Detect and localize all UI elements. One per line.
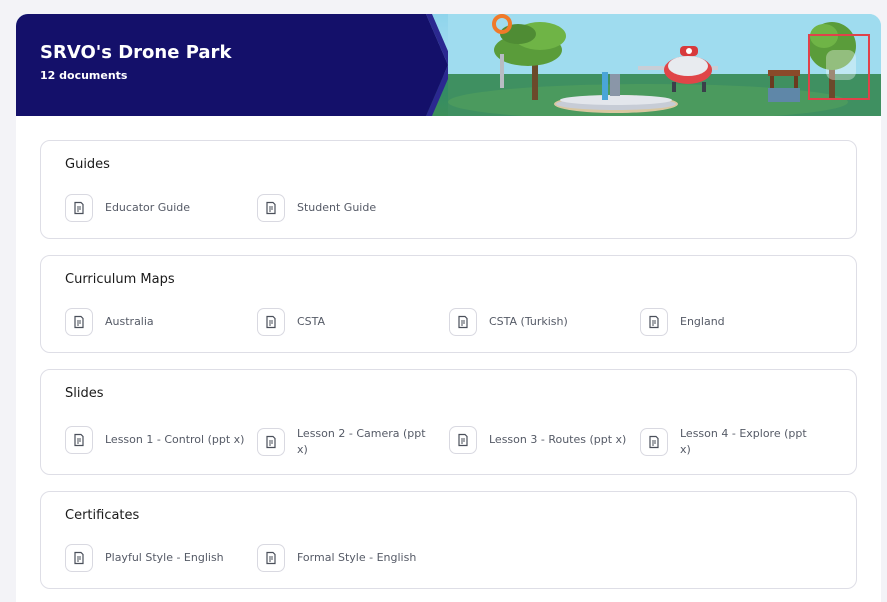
document-label: Formal Style - English bbox=[297, 551, 417, 564]
document-link[interactable]: CSTA (Turkish) bbox=[449, 308, 629, 336]
title-banner bbox=[16, 14, 448, 116]
section-slides: Slides Lesson 1 - Control (ppt x) Lesson… bbox=[40, 369, 857, 475]
document-link[interactable]: Student Guide bbox=[257, 194, 437, 222]
document-link[interactable]: Lesson 1 - Control (ppt x) bbox=[65, 426, 245, 454]
park-header: SRVO's Drone Park 12 documents bbox=[16, 14, 881, 116]
document-icon bbox=[65, 308, 93, 336]
document-link[interactable]: Lesson 3 - Routes (ppt x) bbox=[449, 426, 629, 454]
document-link[interactable]: Lesson 4 - Explore (ppt x) bbox=[640, 426, 820, 458]
document-link[interactable]: Educator Guide bbox=[65, 194, 245, 222]
highlight-box bbox=[808, 34, 870, 100]
document-label: Lesson 3 - Routes (ppt x) bbox=[489, 433, 627, 446]
section-title: Slides bbox=[65, 386, 104, 401]
document-icon bbox=[65, 426, 93, 454]
documents-page: SRVO's Drone Park 12 documents Guides Ed… bbox=[16, 14, 881, 602]
document-label: CSTA bbox=[297, 315, 326, 328]
section-certificates: Certificates Playful Style - English For… bbox=[40, 491, 857, 589]
document-icon bbox=[65, 194, 93, 222]
document-icon bbox=[257, 428, 285, 456]
document-icon bbox=[449, 308, 477, 336]
document-count: 12 documents bbox=[40, 69, 128, 82]
section-title: Certificates bbox=[65, 508, 140, 523]
document-label: Lesson 1 - Control (ppt x) bbox=[105, 433, 245, 446]
document-icon bbox=[640, 308, 668, 336]
document-link[interactable]: Lesson 2 - Camera (ppt x) bbox=[257, 426, 437, 458]
document-label: Lesson 2 - Camera (ppt x) bbox=[297, 427, 426, 456]
document-icon bbox=[65, 544, 93, 572]
document-label: CSTA (Turkish) bbox=[489, 315, 568, 328]
section-guides: Guides Educator Guide Student Guide bbox=[40, 140, 857, 239]
document-label: Educator Guide bbox=[105, 201, 191, 214]
section-curriculum-maps: Curriculum Maps Australia CSTA CSTA (Tur… bbox=[40, 255, 857, 353]
document-icon bbox=[257, 194, 285, 222]
document-link[interactable]: Australia bbox=[65, 308, 245, 336]
document-label: England bbox=[680, 315, 725, 328]
document-link[interactable]: Playful Style - English bbox=[65, 544, 245, 572]
document-link[interactable]: CSTA bbox=[257, 308, 437, 336]
section-title: Curriculum Maps bbox=[65, 272, 175, 287]
document-icon bbox=[257, 308, 285, 336]
document-icon bbox=[449, 426, 477, 454]
document-icon bbox=[257, 544, 285, 572]
document-icon bbox=[640, 428, 668, 456]
document-link[interactable]: Formal Style - English bbox=[257, 544, 437, 572]
section-title: Guides bbox=[65, 157, 110, 172]
document-label: Lesson 4 - Explore (ppt x) bbox=[680, 427, 807, 456]
document-link[interactable]: England bbox=[640, 308, 820, 336]
page-title: SRVO's Drone Park bbox=[40, 42, 232, 63]
document-label: Student Guide bbox=[297, 201, 377, 214]
document-label: Playful Style - English bbox=[105, 551, 224, 564]
document-label: Australia bbox=[105, 315, 154, 328]
